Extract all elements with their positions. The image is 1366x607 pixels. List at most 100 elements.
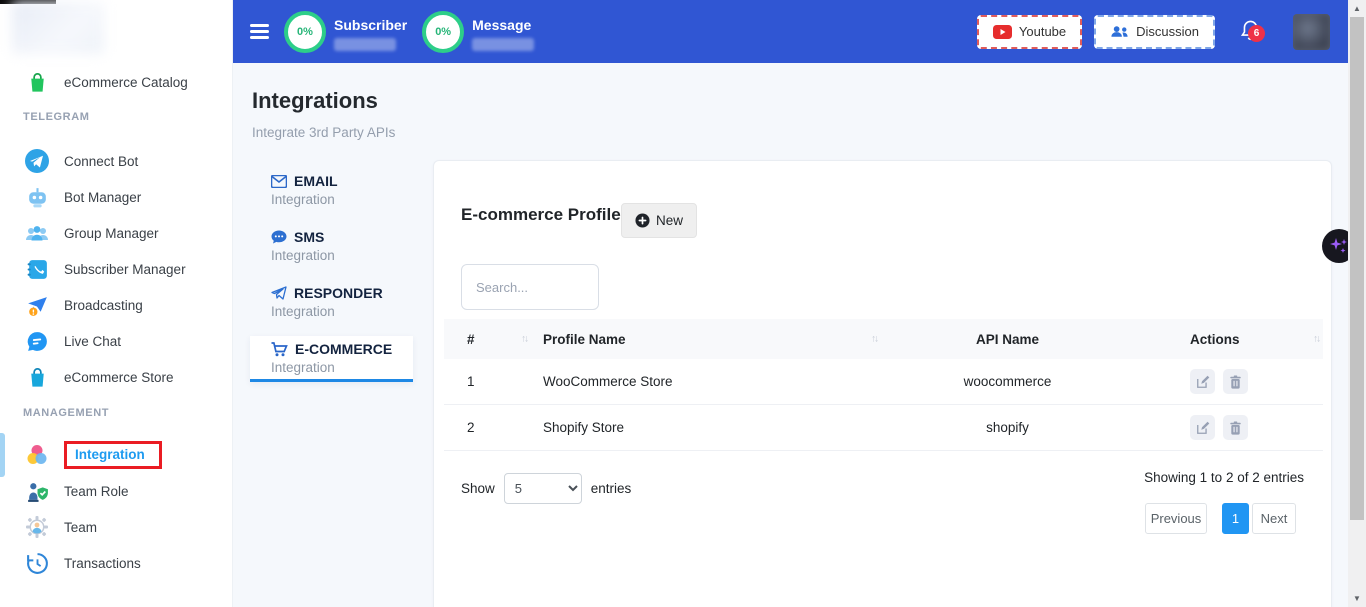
sidebar-item-live-chat[interactable]: Live Chat [0,323,232,359]
sidebar-item-bot-manager[interactable]: Bot Manager [0,179,232,215]
profiles-table: #↑↓ Profile Name↑↓ API Name Actions↑↓ 1 … [444,319,1323,451]
new-button-label: New [656,213,683,228]
sidebar-item-subscriber-manager[interactable]: Subscriber Manager [0,251,232,287]
subscriber-stat-value-redacted [334,38,396,51]
column-header-api-name[interactable]: API Name [881,332,1134,347]
contact-book-icon [24,256,50,282]
plus-circle-icon [635,213,650,228]
subnav-title: SMS [294,229,324,245]
main-content: Integrations Integrate 3rd Party APIs EM… [233,63,1348,607]
ecommerce-profile-card: E-commerce Profile New #↑↓ Profile Name↑… [433,160,1332,607]
sort-icon: ↑↓ [871,334,877,345]
store-bag-icon [24,364,50,390]
entries-label: entries [591,481,632,496]
people-icon [1110,24,1129,39]
subnav-title: E-COMMERCE [295,341,392,357]
subnav-sms-integration[interactable]: SMS Integration [250,224,413,270]
sidebar-item-team[interactable]: Team [0,509,232,545]
paper-plane-icon [271,286,287,300]
column-header-actions: Actions↑↓ [1134,332,1323,347]
vertical-scrollbar[interactable]: ▲ ▼ [1348,0,1366,607]
group-icon [24,220,50,246]
showing-entries-text: Showing 1 to 2 of 2 entries [1144,470,1304,485]
notifications-button[interactable]: 6 [1239,18,1265,46]
scroll-down-arrow[interactable]: ▼ [1348,590,1366,607]
next-page-button[interactable]: Next [1252,503,1296,534]
youtube-icon [993,25,1012,39]
avatar-redacted [1293,14,1330,50]
subnav-title: RESPONDER [294,285,383,301]
edit-button[interactable] [1190,415,1215,440]
notification-count-badge: 6 [1248,25,1265,42]
integration-circles-icon [24,442,50,468]
new-profile-button[interactable]: New [621,203,697,238]
sidebar-item-connect-bot[interactable]: Connect Bot [0,143,232,179]
column-header-profile-name[interactable]: Profile Name↑↓ [531,332,881,347]
page-title: Integrations [252,88,378,114]
edit-button[interactable] [1190,369,1215,394]
api-name-cell: shopify [881,420,1134,435]
message-stat: 0% Message [422,11,534,53]
message-progress-ring: 0% [422,11,464,53]
pagination: Previous 1 Next [1145,503,1296,534]
page-size-select[interactable]: 5 [504,473,582,504]
sidebar-item-ecommerce-catalog[interactable]: eCommerce Catalog [0,64,232,100]
scroll-up-arrow[interactable]: ▲ [1348,0,1366,17]
sidebar-item-label: Team [64,520,97,535]
message-stat-value-redacted [472,38,534,51]
delete-button[interactable] [1223,369,1248,394]
previous-page-button[interactable]: Previous [1145,503,1207,534]
discussion-button[interactable]: Discussion [1094,15,1215,49]
subnav-email-integration[interactable]: EMAIL Integration [250,168,413,214]
api-name-cell: woocommerce [881,374,1134,389]
topbar: 0% Subscriber 0% Message Youtube [233,0,1348,63]
panel-title: E-commerce Profile [461,205,621,225]
sidebar-item-ecommerce-store[interactable]: eCommerce Store [0,359,232,395]
sidebar-item-group-manager[interactable]: Group Manager [0,215,232,251]
sidebar-item-broadcasting[interactable]: Broadcasting [0,287,232,323]
profile-name-cell: WooCommerce Store [531,374,881,389]
trash-icon [1229,375,1242,389]
profile-name-cell: Shopify Store [531,420,881,435]
active-indicator [0,433,5,477]
user-avatar[interactable] [1293,14,1330,50]
subscriber-stat: 0% Subscriber [284,11,407,53]
youtube-button[interactable]: Youtube [977,15,1082,49]
robot-icon [24,184,50,210]
integration-subnav: EMAIL Integration SMS Integration RESPON… [250,168,413,392]
subnav-subtitle: Integration [271,304,413,319]
subnav-responder-integration[interactable]: RESPONDER Integration [250,280,413,326]
app-logo [12,2,104,54]
app-root: eCommerce Catalog TELEGRAM Connect Bot B… [0,0,1366,607]
table-row: 2 Shopify Store shopify [444,405,1323,451]
sidebar-item-team-role[interactable]: Team Role [0,473,232,509]
current-page-button[interactable]: 1 [1222,503,1249,534]
sidebar-item-integration[interactable]: Integration [0,437,232,473]
scrollbar-thumb[interactable] [1350,17,1364,520]
show-label: Show [461,481,495,496]
subscriber-progress-ring: 0% [284,11,326,53]
sort-icon: ↑↓ [1313,334,1319,345]
sidebar-item-label: Live Chat [64,334,121,349]
sidebar-item-transactions[interactable]: Transactions [0,545,232,581]
subnav-title: EMAIL [294,173,338,189]
subnav-subtitle: Integration [271,192,413,207]
sidebar: eCommerce Catalog TELEGRAM Connect Bot B… [0,0,233,607]
subnav-ecommerce-integration[interactable]: E-COMMERCE Integration [250,336,413,382]
sidebar-item-label: Integration [75,447,145,462]
team-gear-icon [24,514,50,540]
subnav-subtitle: Integration [271,360,413,375]
delete-button[interactable] [1223,415,1248,440]
youtube-button-label: Youtube [1019,24,1066,39]
sidebar-item-label: eCommerce Catalog [64,75,188,90]
row-number: 2 [444,420,531,435]
discussion-button-label: Discussion [1136,24,1199,39]
search-input[interactable] [461,264,599,310]
column-header-num[interactable]: #↑↓ [444,332,531,347]
page-size-control: Show 5 entries [461,473,631,504]
row-number: 1 [444,374,531,389]
envelope-icon [271,175,287,188]
sort-icon: ↑↓ [521,334,527,345]
hamburger-menu-icon[interactable] [250,21,269,43]
edit-pencil-icon [1196,421,1210,435]
